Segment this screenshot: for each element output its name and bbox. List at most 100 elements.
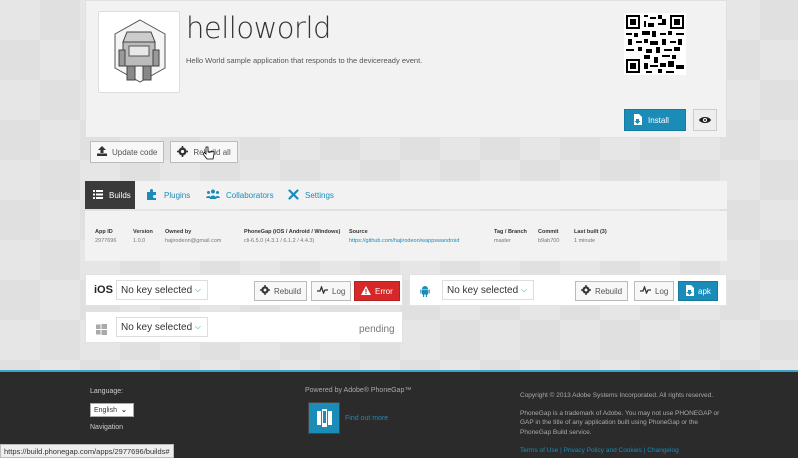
info-app-id: App ID 2977696: [95, 229, 116, 244]
gear-icon: [260, 285, 270, 297]
info-version-value: 1.0.0: [133, 238, 146, 244]
android-build-panel: No key selected ⌵ Rebuild Log apk: [409, 274, 727, 306]
windows-icon: [96, 322, 107, 340]
info-commit-value: b9ab700: [538, 238, 560, 244]
install-icon: [633, 113, 642, 127]
info-owned-by: Owned by hajirodeon@gmail.com: [165, 229, 221, 244]
ios-build-panel: iOS No key selected ⌵ Rebuild Log Error: [85, 274, 403, 306]
app-header-panel: helloworld Hello World sample applicatio…: [85, 0, 727, 138]
people-icon: [206, 189, 220, 201]
trademark-text: PhoneGap is a trademark of Adobe. You ma…: [520, 410, 720, 436]
info-phonegap: PhoneGap (iOS / Android / Windows) cli-6…: [244, 229, 340, 244]
android-key-select[interactable]: No key selected ⌵: [442, 280, 534, 300]
language-value: English: [94, 406, 117, 414]
ios-log-button[interactable]: Log: [311, 281, 352, 301]
chevron-down-icon: ⌵: [194, 285, 201, 294]
install-button[interactable]: Install: [624, 109, 686, 131]
gear-icon: [177, 145, 189, 159]
language-select[interactable]: English ⌄: [90, 403, 134, 417]
tab-plugins-label: Plugins: [164, 190, 191, 200]
android-key-value: No key selected: [447, 284, 519, 296]
info-owned-by-value: hajirodeon@gmail.com: [165, 238, 222, 244]
info-source: Source https://github.com/hajirodeon/wap…: [349, 229, 459, 244]
browser-status-bar: https://build.phonegap.com/apps/2977696/…: [0, 444, 174, 458]
tab-builds[interactable]: Builds: [85, 181, 135, 209]
android-rebuild-button[interactable]: Rebuild: [575, 281, 629, 301]
tab-plugins[interactable]: Plugins: [139, 181, 198, 209]
qr-code: [624, 13, 686, 75]
copyright-text: Copyright © 2013 Adobe Systems Incorpora…: [520, 392, 714, 399]
tab-settings[interactable]: Settings: [280, 181, 342, 209]
info-last-built: Last built (3) 1 minute: [574, 229, 607, 244]
upload-icon: [97, 146, 107, 158]
windows-build-panel: No key selected ⌵ pending: [85, 311, 403, 343]
info-version: Version 1.0.0: [133, 229, 153, 244]
pulse-icon: [317, 285, 328, 296]
app-title: helloworld: [186, 11, 331, 45]
chevron-down-icon: ⌵: [194, 322, 201, 331]
app-tabs: Builds Plugins Collaborators Settings: [85, 181, 727, 209]
windows-status: pending: [359, 324, 395, 335]
hand-cursor-icon: [202, 146, 215, 165]
info-last-built-value: 1 minute: [574, 238, 596, 244]
ios-status-label: Error: [375, 286, 393, 296]
tab-collaborators-label: Collaborators: [226, 190, 274, 200]
info-source-label: Source: [349, 229, 368, 235]
ios-log-label: Log: [332, 286, 346, 296]
android-log-button[interactable]: Log: [634, 281, 675, 301]
find-out-more-link[interactable]: Find out more: [345, 415, 388, 422]
info-branch: Tag / Branch master: [494, 229, 527, 244]
info-app-id-label: App ID: [95, 229, 113, 235]
info-branch-label: Tag / Branch: [494, 229, 527, 235]
app-description: Hello World sample application that resp…: [186, 56, 423, 65]
info-commit: Commit b9ab700: [538, 229, 559, 244]
download-icon: [685, 284, 694, 298]
info-phonegap-label: PhoneGap (iOS / Android / Windows): [244, 229, 341, 235]
app-actions: Update code Rebuild all: [90, 141, 238, 163]
windows-key-select[interactable]: No key selected ⌵: [116, 317, 208, 337]
apk-download-button[interactable]: apk: [678, 281, 718, 301]
tools-icon: [288, 188, 299, 202]
footer-links[interactable]: Terms of Use | Privacy Policy and Cookie…: [520, 447, 679, 454]
info-commit-label: Commit: [538, 229, 559, 235]
tab-settings-label: Settings: [305, 190, 334, 200]
chevron-down-icon: ⌵: [520, 285, 527, 294]
chevron-down-icon: ⌄: [120, 407, 127, 414]
ios-rebuild-button[interactable]: Rebuild: [254, 281, 308, 301]
windows-key-value: No key selected: [121, 321, 193, 333]
install-label: Install: [648, 115, 669, 125]
android-log-label: Log: [655, 286, 669, 296]
app-icon: [98, 11, 180, 93]
info-last-built-label: Last built (3): [574, 229, 607, 235]
update-code-label: Update code: [112, 147, 158, 157]
update-code-button[interactable]: Update code: [90, 141, 165, 163]
language-label: Language:: [90, 388, 124, 395]
info-owned-by-label: Owned by: [165, 229, 192, 235]
ios-key-select[interactable]: No key selected ⌵: [116, 280, 208, 300]
apk-label: apk: [698, 286, 711, 296]
ios-error-button[interactable]: Error: [354, 281, 400, 301]
ios-label: iOS: [94, 284, 113, 296]
gear-icon: [581, 285, 591, 297]
android-icon: [420, 284, 430, 302]
ios-rebuild-label: Rebuild: [274, 286, 302, 296]
puzzle-icon: [147, 188, 158, 202]
list-icon: [93, 189, 103, 201]
info-app-id-value: 2977696: [95, 238, 117, 244]
pulse-icon: [640, 285, 651, 296]
powered-by: Powered by Adobe® PhoneGap™: [305, 387, 412, 394]
tab-builds-label: Builds: [109, 190, 131, 200]
info-version-label: Version: [133, 229, 153, 235]
tab-collaborators[interactable]: Collaborators: [198, 181, 282, 209]
info-branch-value: master: [494, 238, 511, 244]
android-rebuild-label: Rebuild: [595, 286, 623, 296]
eye-icon: [699, 111, 711, 129]
phonegap-logo: [308, 402, 340, 434]
build-info-panel: App ID 2977696 Version 1.0.0 Owned by ha…: [85, 211, 727, 261]
info-phonegap-value: cli-6.5.0 (4.3.1 / 6.1.2 / 4.4.3): [244, 238, 315, 244]
navigation-label: Navigation: [90, 424, 124, 431]
preview-button[interactable]: [693, 109, 717, 131]
ios-key-value: No key selected: [121, 284, 193, 296]
warning-icon: [361, 285, 371, 297]
source-link[interactable]: https://github.com/hajirodeon/wappswandr…: [349, 238, 459, 244]
